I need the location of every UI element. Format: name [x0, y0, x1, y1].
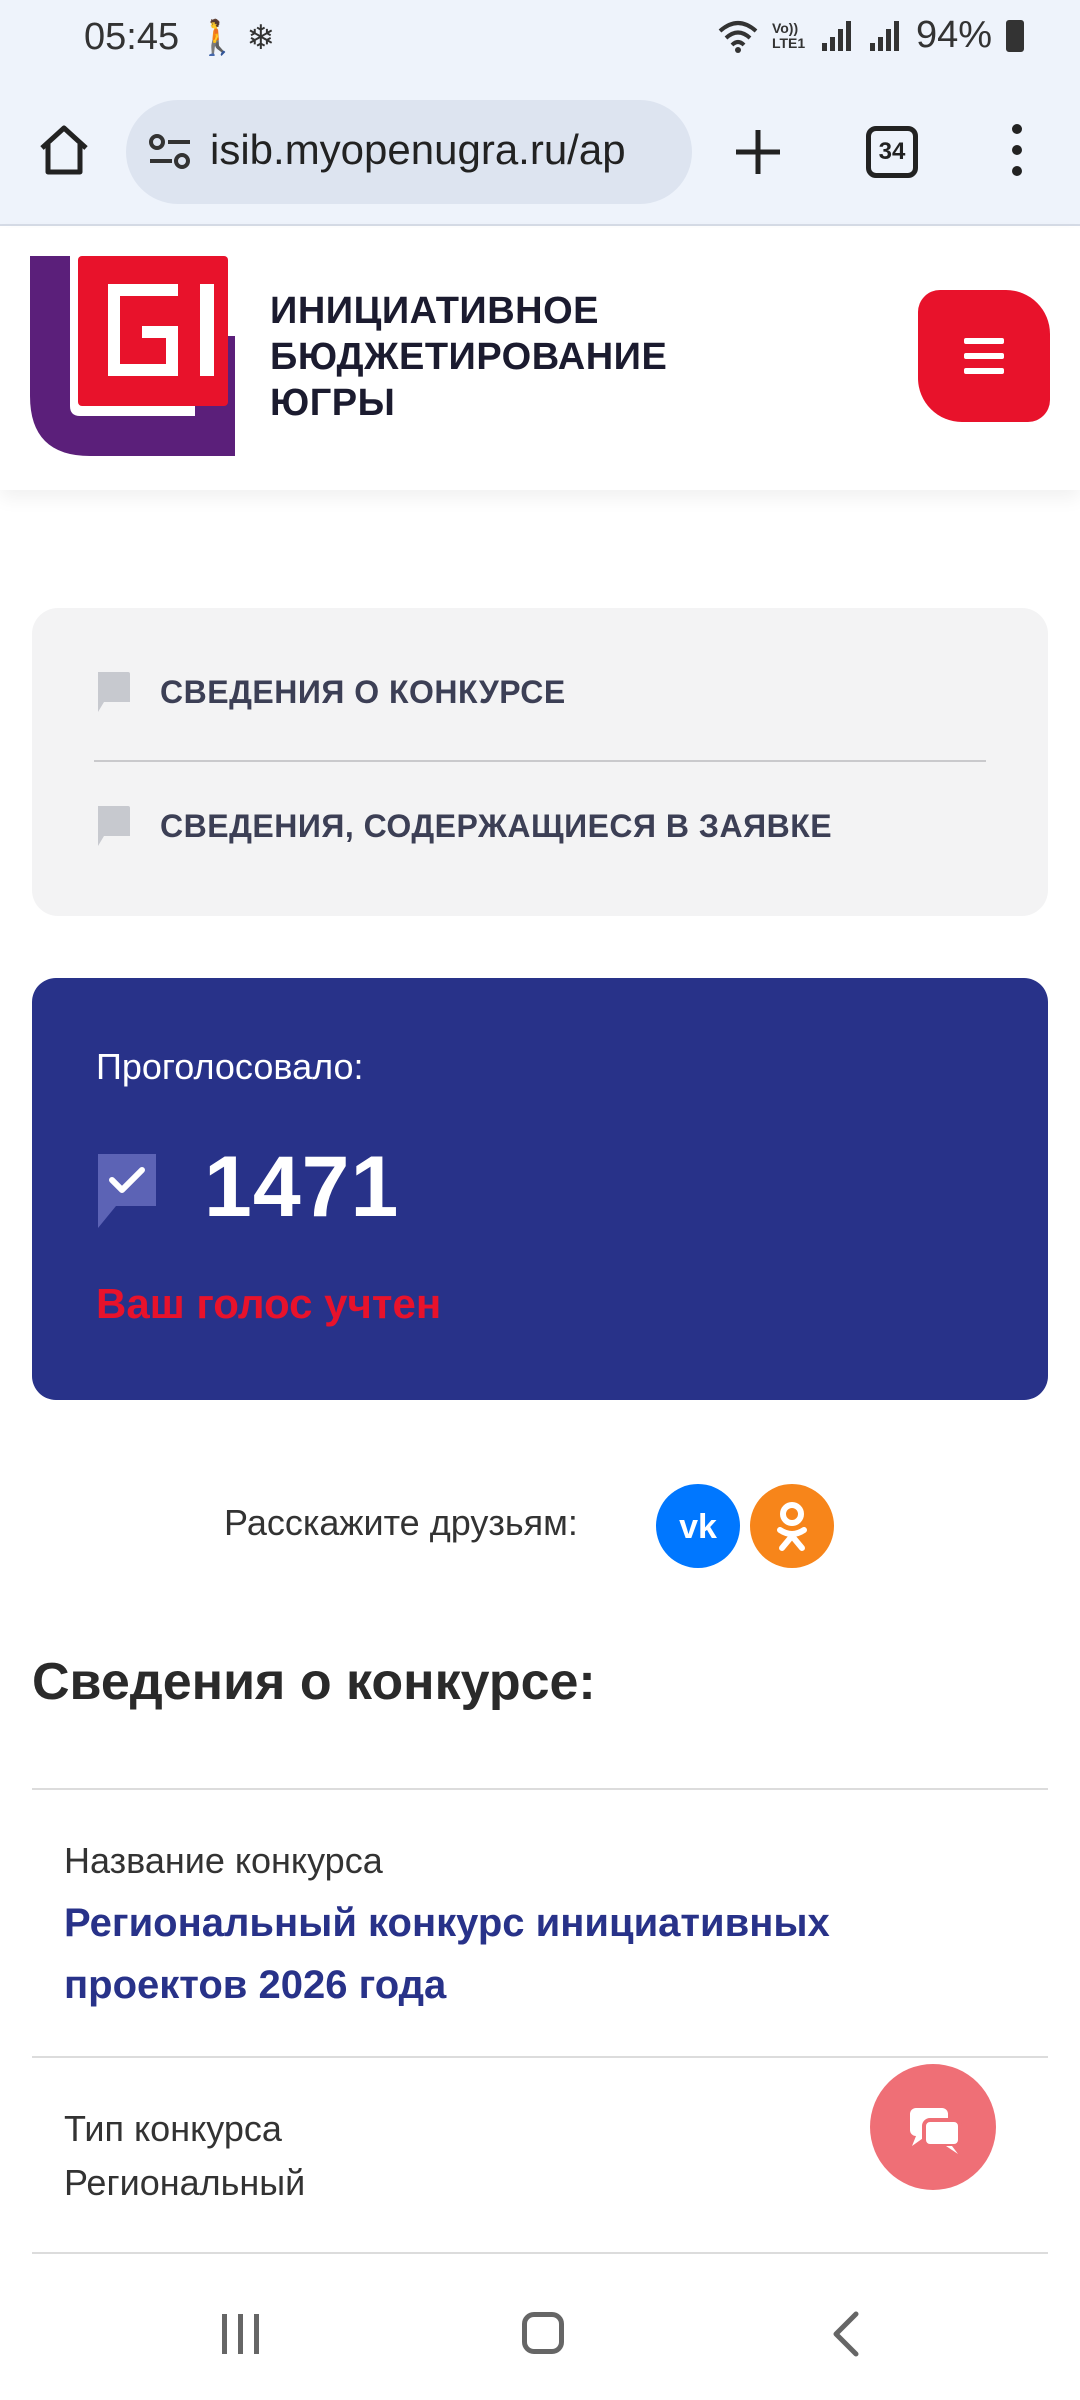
- contest-type-value: Региональный: [64, 2162, 306, 2203]
- vk-share-button[interactable]: vk: [656, 1484, 740, 1568]
- contest-name-label: Название конкурса: [64, 1840, 383, 1881]
- status-left-icons: 🚶❄: [196, 18, 283, 58]
- divider: [94, 760, 986, 762]
- battery-icon: [1006, 19, 1024, 52]
- status-time: 05:45: [84, 16, 180, 58]
- vote-count: 1471: [204, 1139, 400, 1235]
- signal-icon: [820, 20, 854, 51]
- vote-label: Проголосовало:: [96, 1046, 364, 1087]
- chat-icon: [910, 2108, 962, 2154]
- signal-icon: [868, 20, 902, 51]
- divider: [32, 1788, 1048, 1790]
- site-title: ИНИЦИАТИВНОЕ БЮДЖЕТИРОВАНИЕ ЮГРЫ: [270, 290, 668, 424]
- site-settings-icon[interactable]: [148, 132, 192, 172]
- status-right-icons: Vo)) LTE1 94%: [718, 14, 1024, 57]
- volte-icon: Vo)) LTE1: [771, 19, 806, 51]
- home-nav-icon[interactable]: [522, 2312, 564, 2354]
- link-application-info[interactable]: СВЕДЕНИЯ, СОДЕРЖАЩИЕСЯ В ЗАЯВКЕ: [94, 804, 832, 848]
- address-bar[interactable]: isib.myopenugra.ru/ap: [126, 100, 692, 204]
- hamburger-menu-button[interactable]: [918, 290, 1050, 422]
- site-logo[interactable]: [30, 256, 240, 456]
- tab-switcher-button[interactable]: 34: [866, 126, 918, 178]
- vk-icon: vk: [679, 1508, 717, 1546]
- speech-flag-icon: [98, 806, 130, 846]
- contest-name-link[interactable]: Региональный конкурс инициативных проект…: [64, 1892, 984, 2016]
- snowflake-icon: ❄: [246, 19, 283, 57]
- svg-text:vk: vk: [679, 1508, 717, 1546]
- speech-flag-icon: [98, 672, 130, 712]
- vote-status: Ваш голос учтен: [96, 1280, 442, 1327]
- contest-type-label: Тип конкурса: [64, 2108, 282, 2149]
- ok-share-button[interactable]: [750, 1484, 834, 1568]
- vote-card: Проголосовало: 1471 Ваш голос учтен: [32, 978, 1048, 1400]
- site-header: ИНИЦИАТИВНОЕ БЮДЖЕТИРОВАНИЕ ЮГРЫ: [0, 228, 1080, 490]
- url-text: isib.myopenugra.ru/ap: [210, 126, 626, 173]
- divider: [32, 2252, 1048, 2254]
- contest-section-title: Сведения о конкурсе:: [32, 1653, 596, 1711]
- recent-apps-icon[interactable]: [222, 2314, 262, 2354]
- vote-check-icon: [98, 1154, 156, 1228]
- wifi-icon: [718, 20, 758, 53]
- link-contest-info[interactable]: СВЕДЕНИЯ О КОНКУРСЕ: [94, 670, 566, 714]
- share-label: Расскажите друзьям:: [224, 1502, 578, 1543]
- battery-percent: 94%: [915, 14, 992, 56]
- system-nav-bar: [0, 2270, 1080, 2400]
- home-icon[interactable]: [36, 122, 92, 178]
- divider: [32, 2056, 1048, 2058]
- new-tab-icon[interactable]: [730, 124, 786, 180]
- walking-icon: 🚶: [196, 19, 247, 57]
- browser-toolbar: isib.myopenugra.ru/ap 34: [0, 80, 1080, 226]
- back-icon[interactable]: [828, 2310, 864, 2358]
- odnoklassniki-icon: [777, 1502, 807, 1551]
- chat-button[interactable]: [870, 2064, 996, 2190]
- status-bar: 05:45 🚶❄ Vo)) LTE1 94%: [0, 0, 1080, 80]
- info-links-panel: СВЕДЕНИЯ О КОНКУРСЕ СВЕДЕНИЯ, СОДЕРЖАЩИЕ…: [32, 608, 1048, 916]
- more-options-icon[interactable]: [1000, 124, 1034, 184]
